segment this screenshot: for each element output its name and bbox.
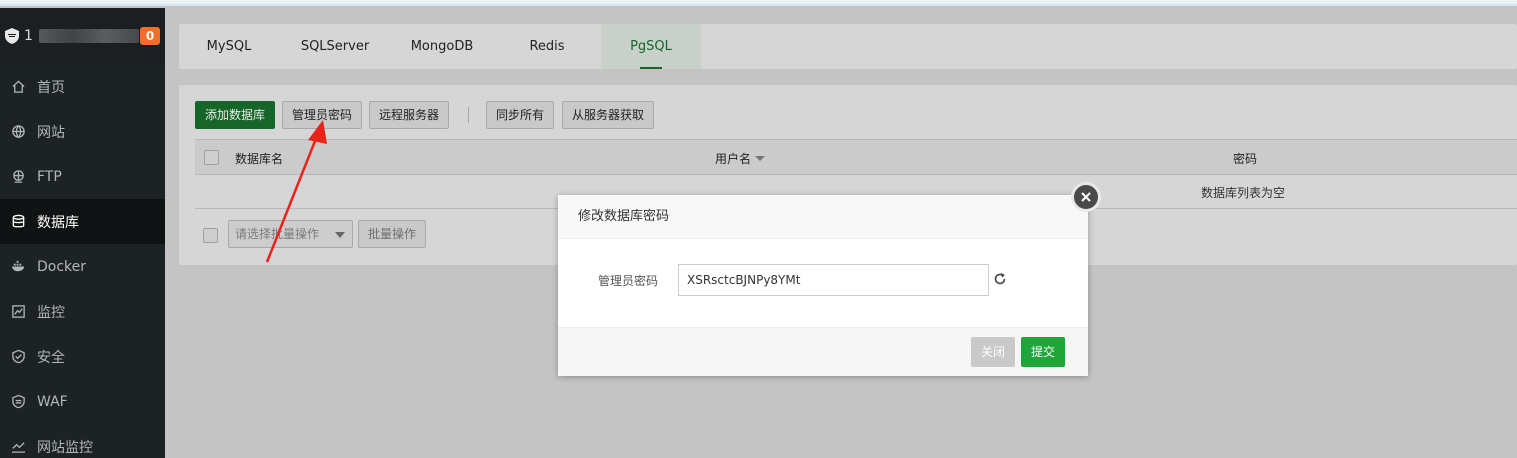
tab-sqlserver[interactable]: SQLServer (279, 24, 391, 69)
server-name-blurred (38, 29, 139, 43)
column-header-password: 密码 (1233, 152, 1258, 166)
waf-shield-icon (10, 394, 26, 410)
tab-redis[interactable]: Redis (493, 24, 601, 69)
tab-mysql[interactable]: MySQL (179, 24, 279, 69)
sort-caret-icon (755, 156, 766, 161)
admin-password-input[interactable] (678, 264, 989, 296)
sidebar-item-label: 安全 (37, 349, 65, 366)
globe-icon (10, 124, 26, 140)
sidebar-item-label: WAF (37, 393, 68, 410)
tab-pgsql[interactable]: PgSQL (601, 24, 701, 69)
table-header: 数据库名 用户名 密码 (195, 140, 1517, 175)
select-all-checkbox[interactable] (204, 150, 219, 165)
database-icon (10, 214, 26, 230)
sidebar-item-site-monitor[interactable]: 网站监控 (0, 424, 165, 458)
annotation-arrow-icon (265, 120, 327, 263)
submit-button[interactable]: 提交 (1021, 337, 1066, 367)
shield-logo-icon (5, 28, 19, 44)
sidebar-item-database[interactable]: 数据库 (0, 199, 165, 244)
database-type-tabs: MySQL SQLServer MongoDB Redis PgSQL (179, 24, 1517, 69)
admin-password-label: 管理员密码 (598, 274, 659, 288)
sidebar-item-monitor[interactable]: 监控 (0, 289, 165, 334)
server-name: 1 (24, 28, 33, 44)
chevron-down-icon (335, 232, 345, 238)
globe-network-icon (10, 169, 26, 185)
batch-select-checkbox[interactable] (203, 228, 218, 243)
sidebar-item-label: FTP (37, 168, 62, 185)
shield-check-icon (10, 349, 26, 365)
toolbar-divider (468, 107, 469, 123)
sidebar-item-label: 数据库 (37, 214, 79, 231)
sidebar-item-ftp[interactable]: FTP (0, 154, 165, 199)
sidebar-item-docker[interactable]: Docker (0, 244, 165, 289)
dialog-body: 管理员密码 (558, 239, 1088, 327)
column-header-username[interactable]: 用户名 (715, 150, 766, 167)
sidebar-item-label: 网站监控 (37, 439, 93, 456)
home-icon (10, 79, 26, 95)
notification-badge[interactable]: 0 (140, 27, 160, 45)
sidebar-item-label: 网站 (37, 124, 65, 141)
dialog-title: 修改数据库密码 (558, 195, 1088, 239)
tab-mongodb[interactable]: MongoDB (391, 24, 493, 69)
sidebar: 1 0 首页 网站 FTP 数据库 Docker 监控 安全 WAF 网站监控 (0, 8, 165, 458)
fetch-from-server-button[interactable]: 从服务器获取 (562, 101, 655, 129)
change-password-dialog: 修改数据库密码 管理员密码 关闭 提交 (558, 195, 1088, 376)
line-chart-icon (10, 439, 26, 455)
close-button[interactable]: 关闭 (971, 337, 1016, 367)
monitor-chart-icon (10, 304, 26, 320)
dialog-footer: 关闭 提交 (558, 327, 1088, 376)
sidebar-item-home[interactable]: 首页 (0, 64, 165, 109)
empty-table-message: 数据库列表为空 (1201, 186, 1286, 200)
top-strip (0, 0, 1517, 6)
remote-server-button[interactable]: 远程服务器 (369, 101, 450, 129)
sidebar-item-website[interactable]: 网站 (0, 109, 165, 154)
sidebar-item-label: 首页 (37, 79, 65, 96)
refresh-icon[interactable] (993, 272, 1007, 286)
sidebar-item-waf[interactable]: WAF (0, 379, 165, 424)
docker-whale-icon (10, 259, 26, 275)
sync-all-button[interactable]: 同步所有 (486, 101, 555, 129)
column-header-username-label: 用户名 (715, 152, 752, 166)
sidebar-item-label: 监控 (37, 304, 65, 321)
modal-close-icon[interactable] (1071, 182, 1101, 212)
sidebar-item-security[interactable]: 安全 (0, 334, 165, 379)
sidebar-item-label: Docker (37, 258, 87, 275)
sidebar-header: 1 0 (0, 8, 165, 64)
batch-operation-button[interactable]: 批量操作 (358, 220, 427, 248)
